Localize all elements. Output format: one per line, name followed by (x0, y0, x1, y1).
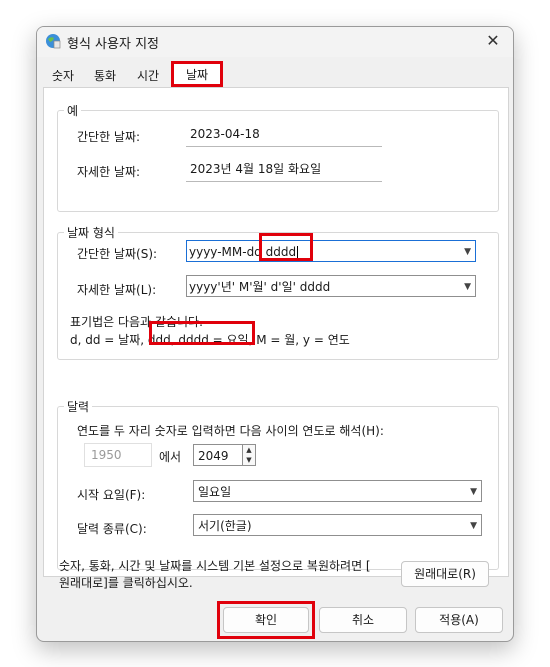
chevron-down-icon[interactable]: ▼ (470, 515, 477, 537)
title-bar: 형식 사용자 지정 ✕ (37, 27, 513, 57)
calendar-type-value: 서기(한글) (198, 519, 252, 533)
two-digit-year-label: 연도를 두 자리 숫자로 입력하면 다음 사이의 연도로 해석(H): (77, 424, 384, 438)
year-to-input[interactable]: 2049 (193, 444, 243, 466)
date-tab-panel: 예 간단한 날짜: 2023-04-18 자세한 날짜: 2023년 4월 18… (43, 87, 509, 577)
tab-number[interactable]: 숫자 (47, 65, 79, 87)
close-icon: ✕ (486, 31, 500, 50)
chevron-down-icon[interactable]: ▼ (464, 241, 471, 263)
calendar-group-title: 달력 (64, 398, 93, 415)
region-globe-icon (46, 34, 61, 49)
calendar-type-label: 달력 종류(C): (77, 522, 147, 536)
calendar-type-combobox[interactable]: 서기(한글) ▼ (193, 514, 482, 536)
restore-text-line-2: 원래대로]를 클릭하십시오. (59, 576, 193, 590)
close-button[interactable]: ✕ (481, 29, 505, 53)
long-date-format-value: yyyy'년' M'월' d'일' dddd (189, 280, 331, 294)
tab-time[interactable]: 시간 (132, 65, 164, 87)
short-date-format-combobox[interactable]: yyyy-MM-dd dddd ▼ (186, 240, 476, 262)
restore-text-line-1: 숫자, 통화, 시간 및 날짜를 시스템 기본 설정으로 복원하려면 [ (59, 559, 371, 573)
date-format-group-title: 날짜 형식 (64, 224, 118, 241)
tab-date-highlight (171, 61, 223, 87)
restore-button[interactable]: 원래대로(R) (401, 561, 489, 587)
notation-month-year: M = 월, y = 연도 (252, 333, 350, 347)
between-label: 에서 (159, 450, 182, 464)
example-short-value: 2023-04-18 (186, 122, 382, 147)
long-date-format-combobox[interactable]: yyyy'년' M'월' d'일' dddd ▼ (186, 275, 476, 297)
ok-button-highlight (217, 601, 315, 639)
format-suffix-highlight (259, 233, 313, 261)
weekday-notation-highlight (149, 321, 255, 345)
example-long-value: 2023년 4월 18일 화요일 (186, 157, 382, 182)
year-to-spinner[interactable]: ▲ ▼ (242, 444, 256, 466)
example-long-label: 자세한 날짜: (77, 165, 141, 179)
apply-button[interactable]: 적용(A) (415, 607, 503, 633)
example-group-title: 예 (64, 102, 82, 119)
first-day-combobox[interactable]: 일요일 ▼ (193, 480, 482, 502)
chevron-down-icon[interactable]: ▼ (464, 276, 471, 298)
cancel-button[interactable]: 취소 (319, 607, 407, 633)
year-from-field: 1950 (84, 443, 152, 467)
window-title: 형식 사용자 지정 (67, 37, 159, 52)
chevron-down-icon[interactable]: ▼ (470, 481, 477, 503)
example-short-label: 간단한 날짜: (77, 130, 141, 144)
first-day-value: 일요일 (198, 485, 232, 499)
long-date-label: 자세한 날짜(L): (77, 283, 157, 297)
short-date-format-prefix: yyyy-MM-dd (189, 245, 262, 259)
customize-format-dialog: 형식 사용자 지정 ✕ 숫자 통화 시간 날짜 예 간단한 날짜: 2023-0… (36, 26, 514, 642)
spin-down-icon[interactable]: ▼ (243, 455, 255, 465)
short-date-label: 간단한 날짜(S): (77, 247, 158, 261)
spin-up-icon[interactable]: ▲ (243, 445, 255, 455)
tab-currency[interactable]: 통화 (89, 65, 121, 87)
first-day-label: 시작 요일(F): (77, 488, 146, 502)
notation-day: d, dd = 날짜, (70, 333, 148, 347)
